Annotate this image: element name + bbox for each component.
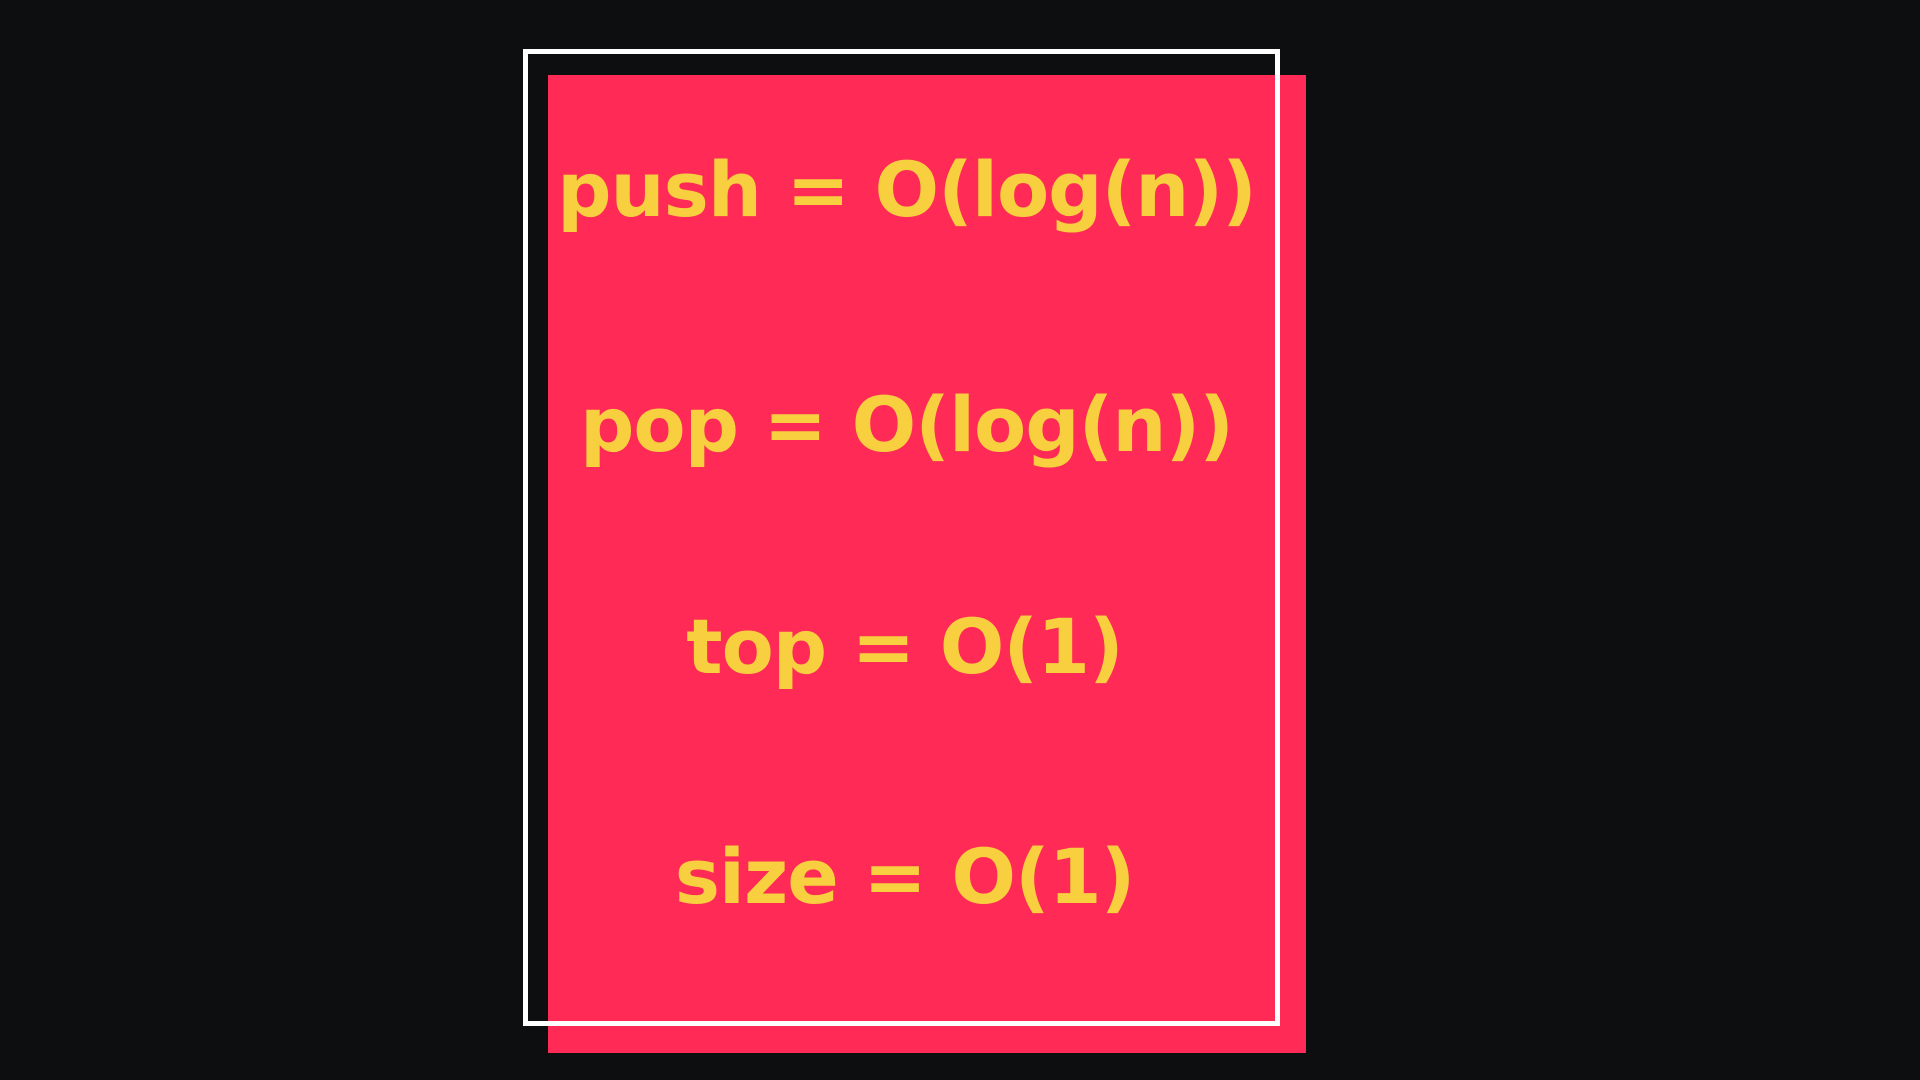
slide: push = O(log(n)) pop = O(log(n)) top = O…: [0, 0, 1920, 1080]
pop-complexity: pop = O(log(n)): [580, 380, 1234, 469]
size-complexity: size = O(1): [674, 832, 1136, 921]
push-complexity: push = O(log(n)): [557, 145, 1257, 234]
complexity-list: push = O(log(n)) pop = O(log(n)) top = O…: [523, 49, 1306, 1053]
top-complexity: top = O(1): [686, 602, 1124, 691]
